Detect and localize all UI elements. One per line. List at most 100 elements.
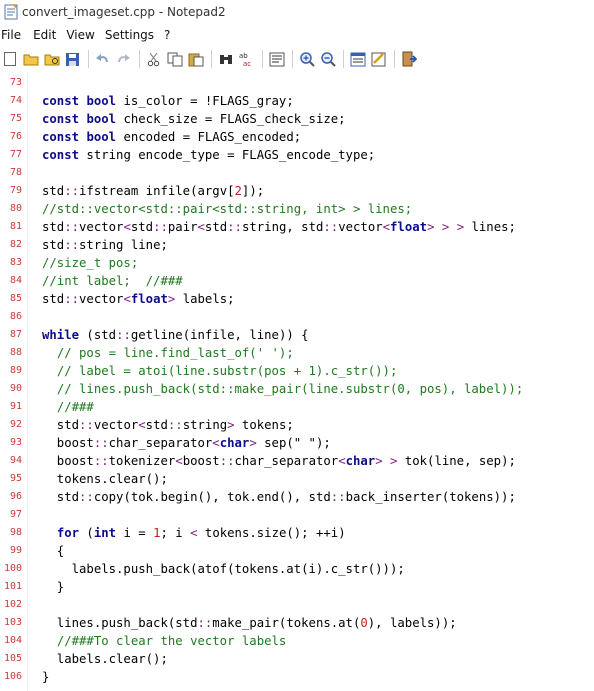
code-line[interactable]: 92 std::vector<std::string> tokens; — [0, 416, 594, 434]
toolbar-separator — [394, 50, 395, 68]
code-text: } — [42, 670, 50, 684]
code-line[interactable]: 86 — [0, 308, 594, 326]
code-line[interactable]: 82 std::string line; — [0, 236, 594, 254]
line-number: 81 — [9, 221, 22, 232]
copy-icon[interactable] — [165, 50, 184, 69]
code-text: std::vector<std::pair<std::string, std::… — [42, 220, 516, 234]
code-line[interactable]: 103 lines.push_back(std::make_pair(token… — [0, 614, 594, 632]
code-line[interactable]: 100 labels.push_back(atof(tokens.at(i).c… — [0, 560, 594, 578]
line-number: 73 — [9, 77, 22, 88]
code-text: // label = atoi(line.substr(pos + 1).c_s… — [56, 364, 398, 378]
exit-icon[interactable] — [399, 50, 418, 69]
code-text: //size_t pos; — [42, 256, 139, 270]
code-line[interactable]: 98 for (int i = 1; i < tokens.size(); ++… — [0, 524, 594, 542]
code-line[interactable]: 94 boost::tokenizer<boost::char_separato… — [0, 452, 594, 470]
toolbar: ab ac — [0, 46, 594, 73]
save-icon[interactable] — [63, 50, 82, 69]
code-text: const bool is_color = !FLAGS_gray; — [42, 94, 294, 108]
toolbar-separator — [262, 50, 263, 68]
line-number: 92 — [9, 419, 22, 430]
menu-help[interactable]: ? — [164, 28, 176, 42]
code-line[interactable]: 85 std::vector<float> labels; — [0, 290, 594, 308]
code-line[interactable]: 76 const bool encoded = FLAGS_encoded; — [0, 128, 594, 146]
cut-icon[interactable] — [144, 50, 163, 69]
code-line[interactable]: 93 boost::char_separator<char> sep(" "); — [0, 434, 594, 452]
zoom-in-icon[interactable] — [297, 50, 316, 69]
line-number: 101 — [3, 581, 22, 592]
code-text: // lines.push_back(std::make_pair(line.s… — [56, 382, 524, 396]
svg-text:ab: ab — [239, 52, 248, 60]
notepad-icon — [4, 3, 18, 20]
code-text: const string encode_type = FLAGS_encode_… — [42, 148, 376, 162]
code-line[interactable]: 74 const bool is_color = !FLAGS_gray; — [0, 92, 594, 110]
code-text: boost::tokenizer<boost::char_separator<c… — [42, 454, 516, 468]
undo-icon[interactable] — [93, 50, 112, 69]
code-line[interactable]: 87 while (std::getline(infile, line)) { — [0, 326, 594, 344]
toolbar-separator — [292, 50, 293, 68]
find-icon[interactable] — [216, 50, 235, 69]
paste-icon[interactable] — [186, 50, 205, 69]
line-number: 98 — [9, 527, 22, 538]
code-line[interactable]: 75 const bool check_size = FLAGS_check_si… — [0, 110, 594, 128]
code-line[interactable]: 106} — [0, 668, 594, 686]
code-line[interactable]: 84 //int label; //### — [0, 272, 594, 290]
code-text: //std::vector<std::pair<std::string, int… — [42, 202, 413, 216]
menu-view[interactable]: View — [66, 28, 100, 42]
code-text: { — [42, 544, 65, 558]
line-number: 105 — [3, 653, 22, 664]
line-number: 86 — [9, 311, 22, 322]
toolbar-separator — [211, 50, 212, 68]
line-number: 106 — [3, 671, 22, 682]
code-line[interactable]: 96 std::copy(tok.begin(), tok.end(), std… — [0, 488, 594, 506]
menu-edit[interactable]: Edit — [33, 28, 62, 42]
line-number: 80 — [9, 203, 22, 214]
code-line[interactable]: 90 // lines.push_back(std::make_pair(lin… — [0, 380, 594, 398]
line-number: 102 — [3, 599, 22, 610]
code-editor[interactable]: 73 74 const bool is_color = !FLAGS_gray; 75… — [0, 72, 594, 691]
code-line[interactable]: 73 — [0, 74, 594, 92]
line-number: 95 — [9, 473, 22, 484]
code-text: labels.clear(); — [42, 652, 168, 666]
replace-icon[interactable]: ab ac — [237, 50, 256, 69]
new-icon[interactable] — [0, 50, 19, 69]
line-number: 87 — [9, 329, 22, 340]
code-text: const bool encoded = FLAGS_encoded; — [42, 130, 302, 144]
line-number: 79 — [9, 185, 22, 196]
code-line[interactable]: 95 tokens.clear(); — [0, 470, 594, 488]
menu-file[interactable]: File — [0, 28, 27, 42]
menu-settings[interactable]: Settings — [105, 28, 160, 42]
code-text: labels.push_back(atof(tokens.at(i).c_str… — [42, 562, 405, 576]
redo-icon[interactable] — [114, 50, 133, 69]
code-line[interactable]: 99 { — [0, 542, 594, 560]
code-line[interactable]: 83 //size_t pos; — [0, 254, 594, 272]
browse-icon[interactable] — [42, 50, 61, 69]
code-text: //int label; //### — [42, 274, 183, 288]
code-line[interactable]: 91 //### — [0, 398, 594, 416]
zoom-out-icon[interactable] — [318, 50, 337, 69]
code-line[interactable]: 80 //std::vector<std::pair<std::string, i… — [0, 200, 594, 218]
code-line[interactable]: 105 labels.clear(); — [0, 650, 594, 668]
code-line[interactable]: 77 const string encode_type = FLAGS_encod… — [0, 146, 594, 164]
wordwrap-icon[interactable] — [267, 50, 286, 69]
code-line[interactable]: 79 std::ifstream infile(argv[2]); — [0, 182, 594, 200]
line-number: 99 — [9, 545, 22, 556]
code-line[interactable]: 78 — [0, 164, 594, 182]
code-line[interactable]: 102 — [0, 596, 594, 614]
title-bar: convert_imageset.cpp - Notepad2 — [0, 0, 594, 24]
open-icon[interactable] — [21, 50, 40, 69]
code-line[interactable]: 97 — [0, 506, 594, 524]
customize-icon[interactable] — [369, 50, 388, 69]
scheme-icon[interactable] — [348, 50, 367, 69]
code-line[interactable]: 88 // pos = line.find_last_of(' '); — [0, 344, 594, 362]
line-number: 97 — [9, 509, 22, 520]
line-number: 91 — [9, 401, 22, 412]
code-text: const bool check_size = FLAGS_check_size… — [42, 112, 346, 126]
code-line[interactable]: 101 } — [0, 578, 594, 596]
code-line[interactable]: 104 //###To clear the vector labels — [0, 632, 594, 650]
code-text: while (std::getline(infile, line)) { — [42, 328, 309, 342]
line-number: 78 — [9, 167, 22, 178]
line-number: 89 — [9, 365, 22, 376]
code-line[interactable]: 81 std::vector<std::pair<std::string, std… — [0, 218, 594, 236]
line-number: 85 — [9, 293, 22, 304]
code-line[interactable]: 89 // label = atoi(line.substr(pos + 1).… — [0, 362, 594, 380]
